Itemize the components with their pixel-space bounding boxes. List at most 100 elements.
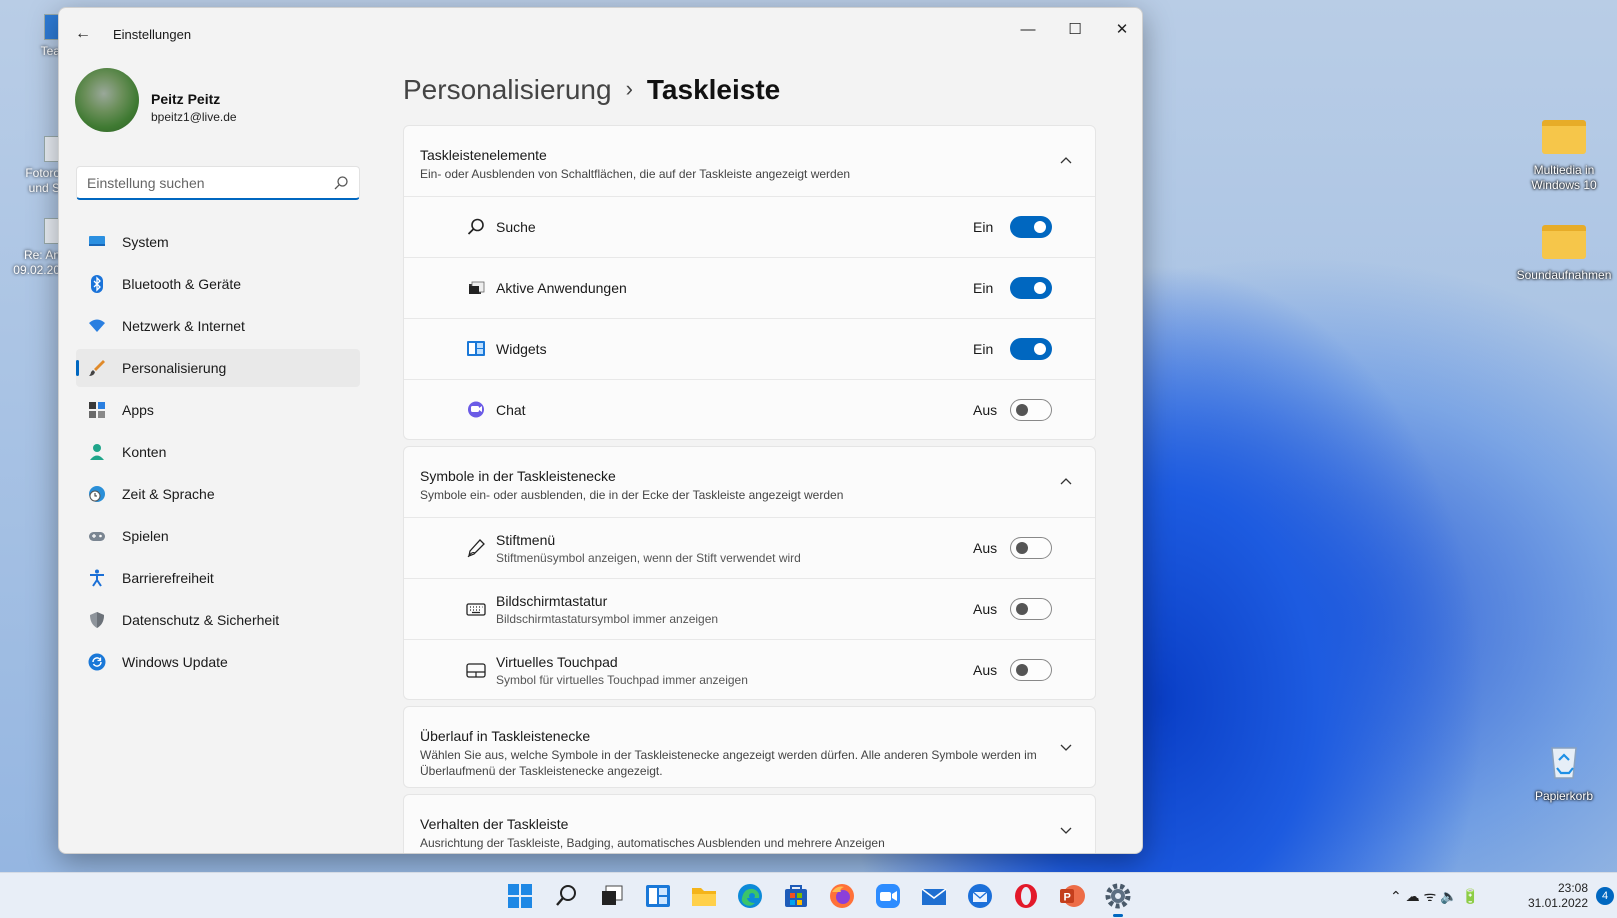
- title-bar[interactable]: ← Einstellungen — ☐ ✕: [59, 8, 1142, 56]
- pen-menu-toggle[interactable]: [1010, 537, 1052, 559]
- update-icon: [88, 653, 106, 671]
- sidebar-item-privacy[interactable]: Datenschutz & Sicherheit: [76, 601, 360, 639]
- settings-window: ← Einstellungen — ☐ ✕ Peitz Peitz bpeitz…: [58, 7, 1143, 854]
- start-icon[interactable]: [506, 882, 534, 910]
- setting-row-widgets: Widgets Ein: [404, 318, 1095, 379]
- explorer-icon[interactable]: [690, 882, 718, 910]
- desktop-icon-left-2[interactable]: Fotoro und S: [8, 136, 66, 196]
- sidebar-item-personalization[interactable]: Personalisierung: [76, 349, 360, 387]
- sidebar-item-gaming[interactable]: Spielen: [76, 517, 360, 555]
- chat-toggle[interactable]: [1010, 399, 1052, 421]
- svg-text:P: P: [1064, 892, 1071, 904]
- section-taskbar-corner-overflow[interactable]: Überlauf in Taskleistenecke Wählen Sie a…: [403, 706, 1096, 788]
- search-box[interactable]: [76, 166, 360, 200]
- chevron-down-icon[interactable]: [1059, 823, 1073, 837]
- user-email: bpeitz1@live.de: [151, 110, 237, 124]
- close-button[interactable]: ✕: [1099, 14, 1142, 46]
- edge-icon[interactable]: [736, 882, 764, 910]
- store-icon[interactable]: [782, 882, 810, 910]
- section-taskbar-corner-icons: Symbole in der Taskleistenecke Symbole e…: [403, 446, 1096, 700]
- sidebar-item-accessibility[interactable]: Barrierefreiheit: [76, 559, 360, 597]
- firefox-icon[interactable]: [828, 882, 856, 910]
- accessibility-icon: [88, 569, 106, 587]
- widgets-icon[interactable]: [644, 882, 672, 910]
- breadcrumb-parent[interactable]: Personalisierung: [403, 74, 612, 105]
- search-input[interactable]: [87, 173, 322, 193]
- search-icon: [466, 217, 486, 237]
- desktop-icon-papierkorb[interactable]: Papierkorb: [1516, 740, 1612, 804]
- shield-icon: [88, 611, 106, 629]
- user-name: Peitz Peitz: [151, 91, 221, 107]
- virtual-touchpad-toggle[interactable]: [1010, 659, 1052, 681]
- powerpoint-icon[interactable]: P: [1058, 882, 1086, 910]
- toggle-state-label: Ein: [973, 219, 994, 235]
- search-toggle[interactable]: [1010, 216, 1052, 238]
- sidebar-item-apps[interactable]: Apps: [76, 391, 360, 429]
- zoom-icon[interactable]: [874, 882, 902, 910]
- sidebar-item-system[interactable]: System: [76, 223, 360, 261]
- section-taskbar-behaviors[interactable]: Verhalten der Taskleiste Ausrichtung der…: [403, 794, 1096, 853]
- taskbar: P ⌃ ☁ ᯤ 🔈 🔋 23:08 31.01.2022 4: [0, 872, 1617, 918]
- chat-icon: [466, 400, 486, 420]
- clock-time: 23:08: [1557, 881, 1588, 895]
- clock[interactable]: 23:08 31.01.2022: [1526, 881, 1588, 911]
- apps-icon: [88, 401, 106, 419]
- avatar[interactable]: [75, 68, 139, 132]
- desktop-icon-multimedia[interactable]: Multiedia in Windows 10: [1516, 120, 1612, 193]
- sidebar-item-bluetooth[interactable]: Bluetooth & Geräte: [76, 265, 360, 303]
- section-header-taskbar-corner-icons[interactable]: Symbole in der Taskleistenecke Symbole e…: [404, 447, 1095, 517]
- task-view-icon: [466, 278, 486, 298]
- touchpad-icon: [466, 660, 486, 680]
- search-icon[interactable]: [552, 882, 580, 910]
- back-button[interactable]: ←: [75, 24, 95, 44]
- toggle-state-label: Ein: [973, 280, 994, 296]
- notification-badge[interactable]: 4: [1596, 887, 1614, 905]
- toggle-state-label: Aus: [973, 402, 998, 418]
- chevron-up-icon[interactable]: [1059, 154, 1073, 168]
- system-tray[interactable]: ⌃ ☁ ᯤ 🔈 🔋: [1390, 887, 1479, 906]
- recycle-bin-icon: [1546, 740, 1582, 785]
- opera-icon[interactable]: [1012, 882, 1040, 910]
- maximize-button[interactable]: ☐: [1052, 14, 1098, 46]
- gamepad-icon: [88, 527, 106, 545]
- breadcrumb-separator: ›: [625, 76, 633, 101]
- chevron-down-icon[interactable]: [1059, 740, 1073, 754]
- mail-icon[interactable]: [920, 882, 948, 910]
- clock-date: 31.01.2022: [1527, 896, 1588, 910]
- keyboard-icon: [466, 599, 486, 619]
- sidebar-item-time-language[interactable]: Zeit & Sprache: [76, 475, 360, 513]
- section-taskbar-items: Taskleistenelemente Ein- oder Ausblenden…: [403, 125, 1096, 440]
- page-title: Taskleiste: [646, 74, 781, 105]
- wifi-icon: [88, 317, 106, 335]
- thunderbird-icon[interactable]: [966, 882, 994, 910]
- setting-row-virtual-touchpad: Virtuelles Touchpad Symbol für virtuelle…: [404, 639, 1095, 699]
- toggle-state-label: Ein: [973, 341, 994, 357]
- settings-icon[interactable]: [1104, 882, 1132, 917]
- setting-row-touch-keyboard: Bildschirmtastatur Bildschirmtastatursym…: [404, 578, 1095, 639]
- widgets-toggle[interactable]: [1010, 338, 1052, 360]
- desktop-icon-left-3[interactable]: Re: An 09.02.20: [8, 218, 66, 278]
- sidebar-item-accounts[interactable]: Konten: [76, 433, 360, 471]
- search-icon[interactable]: [333, 175, 349, 191]
- widgets-icon: [466, 339, 486, 359]
- chevron-up-icon[interactable]: [1059, 475, 1073, 489]
- breadcrumb: Personalisierung › Taskleiste: [403, 74, 780, 106]
- app-title: Einstellungen: [113, 27, 192, 42]
- settings-content: Taskleistenelemente Ein- oder Ausblenden…: [403, 125, 1096, 853]
- task-view-toggle[interactable]: [1010, 277, 1052, 299]
- touch-keyboard-toggle[interactable]: [1010, 598, 1052, 620]
- sidebar-item-windows-update[interactable]: Windows Update: [76, 643, 360, 681]
- pen-icon: [466, 538, 486, 558]
- toggle-state-label: Aus: [973, 601, 998, 617]
- section-header-taskbar-items[interactable]: Taskleistenelemente Ein- oder Ausblenden…: [404, 126, 1095, 196]
- desktop-icon-left-1[interactable]: Tea: [8, 14, 66, 59]
- setting-row-task-view: Aktive Anwendungen Ein: [404, 257, 1095, 318]
- setting-row-chat: Chat Aus: [404, 379, 1095, 439]
- desktop-icon-soundaufnahmen[interactable]: Soundaufnahmen: [1516, 225, 1612, 283]
- monitor-icon: [88, 233, 106, 251]
- sidebar-item-network[interactable]: Netzwerk & Internet: [76, 307, 360, 345]
- task-view-icon[interactable]: [598, 882, 626, 910]
- minimize-button[interactable]: —: [1005, 14, 1051, 46]
- setting-row-search: Suche Ein: [404, 196, 1095, 257]
- folder-icon: [1542, 225, 1586, 259]
